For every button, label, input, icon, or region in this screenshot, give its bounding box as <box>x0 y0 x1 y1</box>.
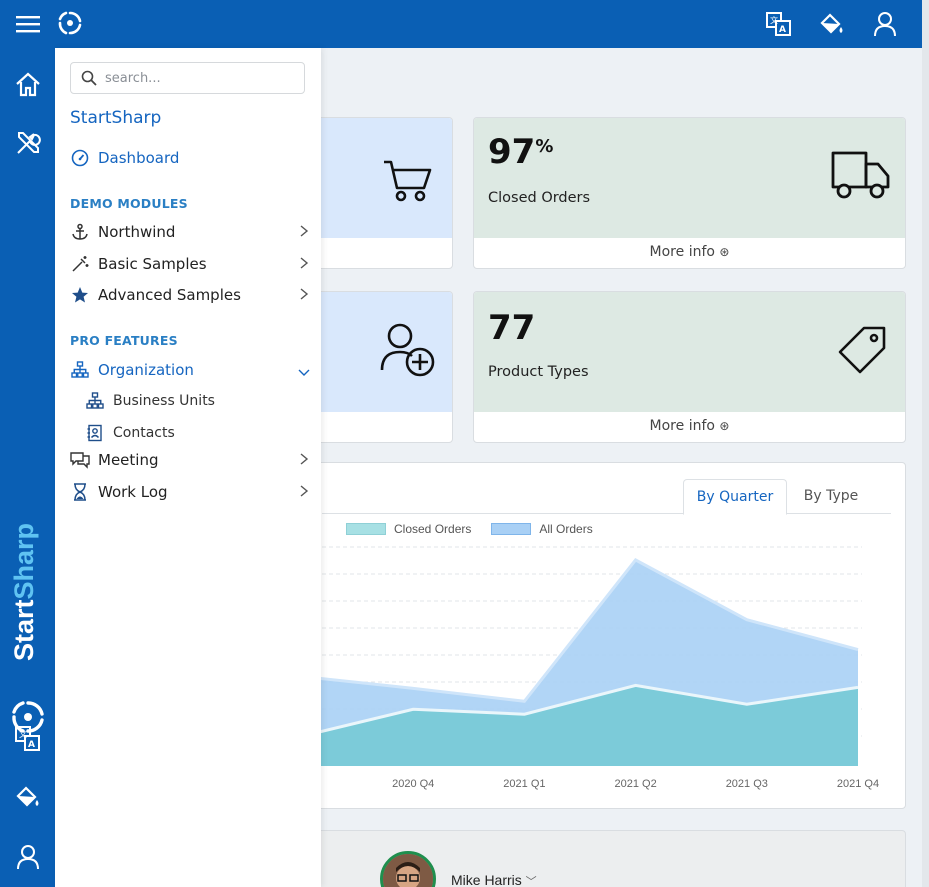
tools-icon[interactable] <box>12 127 44 159</box>
chevron-down-icon <box>297 364 311 382</box>
chevron-right-icon <box>299 224 309 242</box>
sidebar-item-organization[interactable]: Organization <box>70 358 311 382</box>
arrow-right-circle-icon: ⊛ <box>719 419 730 433</box>
theme-icon[interactable] <box>818 11 846 37</box>
orders-chart-card: By Quarter By Type Closed Orders All Ord… <box>321 462 906 809</box>
sidebar-app-title[interactable]: StartSharp <box>70 108 161 128</box>
stat-label: Product Types <box>488 364 589 380</box>
sitemap-icon <box>85 391 105 411</box>
profile-card: Mike Harris ﹀ <box>321 830 906 887</box>
sidebar-item-dashboard[interactable]: Dashboard <box>70 146 309 170</box>
sidebar-menu: StartSharp Dashboard DEMO MODULES Northw… <box>55 48 321 887</box>
x-tick-label: 2021 Q4 <box>837 778 879 790</box>
sidebar-item-advanced-samples[interactable]: Advanced Samples <box>70 283 309 307</box>
stat-card-product-types: 77 Product Types More info ⊛ <box>473 291 906 443</box>
user-icon[interactable] <box>871 11 899 37</box>
sidebar-item-work-log[interactable]: Work Log <box>70 480 309 504</box>
sidebar-item-label: Meeting <box>98 451 159 469</box>
chat-icon <box>70 450 90 470</box>
add-user-icon <box>378 320 438 384</box>
arrow-right-circle-icon: ⊛ <box>719 245 730 259</box>
stat-card-orders <box>321 117 453 269</box>
sidebar-item-label: Contacts <box>113 425 175 441</box>
truck-icon <box>830 150 892 206</box>
search-icon <box>81 70 97 86</box>
contact-book-icon <box>85 423 105 443</box>
star-icon <box>70 285 90 305</box>
stat-label: Closed Orders <box>488 190 591 206</box>
brand-text-start: Start <box>9 599 39 662</box>
translate-icon[interactable]: 文A <box>12 723 44 755</box>
x-tick-label: 2020 Q4 <box>392 778 434 790</box>
sidebar-item-contacts[interactable]: Contacts <box>85 421 309 445</box>
sidebar-item-basic-samples[interactable]: Basic Samples <box>70 252 309 276</box>
translate-icon[interactable]: 文A <box>765 11 793 37</box>
magic-wand-icon <box>70 254 90 274</box>
chevron-right-icon <box>299 452 309 470</box>
hourglass-icon <box>70 482 90 502</box>
sidebar-item-label: Northwind <box>98 223 176 241</box>
sidebar-item-northwind[interactable]: Northwind <box>70 220 309 244</box>
stat-card-closed-orders: 97% Closed Orders More info ⊛ <box>473 117 906 269</box>
x-tick-label: 2021 Q2 <box>614 778 656 790</box>
page-scrollbar[interactable] <box>922 0 929 887</box>
theme-icon[interactable] <box>12 781 44 813</box>
search-box <box>70 62 305 94</box>
brand-vertical: StartSharp <box>4 518 52 733</box>
user-icon[interactable] <box>12 841 44 873</box>
section-pro-features: PRO FEATURES <box>70 333 178 348</box>
x-tick-label: 2021 Q1 <box>503 778 545 790</box>
home-icon[interactable] <box>12 68 44 100</box>
area-chart: 32020 Q42021 Q12021 Q22021 Q32021 Q4 <box>321 546 879 790</box>
sidebar-item-meeting[interactable]: Meeting <box>70 448 309 472</box>
brand-text-sharp: Sharp <box>9 522 39 600</box>
main-content: 97% Closed Orders More info ⊛ 77 Product… <box>321 48 922 887</box>
sidebar-item-business-units[interactable]: Business Units <box>85 389 309 413</box>
chevron-down-icon: ﹀ <box>525 876 537 887</box>
svg-text:A: A <box>28 740 35 750</box>
logo-icon[interactable] <box>56 9 84 37</box>
avatar[interactable] <box>380 851 436 887</box>
sidebar-item-label: Dashboard <box>98 149 180 167</box>
search-input[interactable] <box>103 69 297 87</box>
chevron-right-icon <box>299 484 309 502</box>
profile-name[interactable]: Mike Harris ﹀ <box>451 872 537 887</box>
more-info-link[interactable]: More info ⊛ <box>474 418 905 434</box>
icon-bar: StartSharp 文A <box>0 48 55 887</box>
x-tick-label: 2021 Q3 <box>726 778 768 790</box>
section-demo-modules: DEMO MODULES <box>70 196 188 211</box>
more-info-link[interactable]: More info ⊛ <box>474 244 905 260</box>
sidebar-item-label: Advanced Samples <box>98 286 241 304</box>
cart-icon <box>382 158 434 208</box>
svg-text:A: A <box>779 25 786 35</box>
anchor-icon <box>70 222 90 242</box>
sidebar-item-label: Organization <box>98 361 194 379</box>
stat-value: 77 <box>488 308 536 348</box>
stat-card-customers <box>321 291 453 443</box>
stat-value: 97% <box>488 132 554 172</box>
sidebar-item-label: Business Units <box>113 393 215 409</box>
chevron-right-icon <box>299 287 309 305</box>
chevron-right-icon <box>299 256 309 274</box>
svg-text:文: 文 <box>19 729 27 739</box>
svg-text:文: 文 <box>770 15 778 25</box>
tag-icon <box>836 326 888 380</box>
top-bar: 文A <box>0 0 922 48</box>
sidebar-item-label: Work Log <box>98 483 168 501</box>
sitemap-icon <box>70 360 90 380</box>
sidebar-item-label: Basic Samples <box>98 255 207 273</box>
menu-icon[interactable] <box>14 12 42 36</box>
dashboard-icon <box>70 148 90 168</box>
